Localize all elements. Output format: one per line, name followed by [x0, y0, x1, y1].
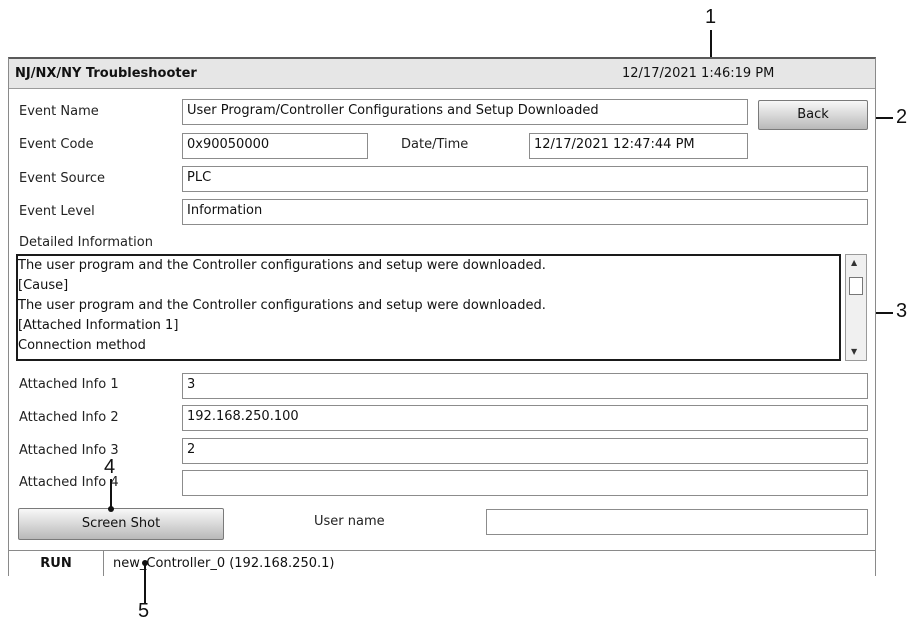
callout-5: 5	[138, 600, 150, 622]
event-source-label: Event Source	[19, 171, 106, 186]
callout-3: 3	[896, 300, 908, 322]
run-mode-indicator: RUN	[9, 551, 104, 576]
datetime-label: Date/Time	[401, 137, 469, 152]
attached-info-1-label: Attached Info 1	[19, 377, 119, 392]
event-level-field[interactable]: Information	[182, 199, 868, 225]
attached-info-4-field[interactable]	[182, 470, 868, 496]
attached-info-1-field[interactable]: 3	[182, 373, 868, 399]
status-bar: RUN new_Controller_0 (192.168.250.1)	[9, 550, 875, 576]
current-datetime: 12/17/2021 1:46:19 PM	[622, 66, 775, 81]
attached-info-2-field[interactable]: 192.168.250.100	[182, 405, 868, 431]
detail-line: [Attached Information 1]	[18, 318, 179, 333]
attached-info-3-field[interactable]: 2	[182, 438, 868, 464]
detail-scrollbar[interactable]: ▲ ▼	[845, 254, 867, 361]
event-name-label: Event Name	[19, 104, 99, 119]
detail-line: The user program and the Controller conf…	[18, 258, 546, 273]
screen-shot-button-label: Screen Shot	[81, 516, 161, 531]
event-level-label: Event Level	[19, 204, 95, 219]
callout-4-line	[110, 479, 112, 509]
attached-info-2-label: Attached Info 2	[19, 410, 119, 425]
callout-2: 2	[896, 106, 908, 128]
detail-line: Connection method	[18, 338, 146, 353]
callout-4: 4	[104, 456, 116, 478]
callout-1: 1	[705, 6, 717, 28]
scroll-down-icon[interactable]: ▼	[851, 347, 857, 356]
username-field[interactable]	[486, 509, 868, 535]
back-button-label: Back	[797, 107, 829, 122]
username-label: User name	[314, 514, 385, 529]
screen-shot-button[interactable]: Screen Shot	[18, 508, 224, 540]
event-code-label: Event Code	[19, 137, 94, 152]
event-source-field[interactable]: PLC	[182, 166, 868, 192]
window-title: NJ/NX/NY Troubleshooter	[15, 66, 197, 81]
callout-5-line	[144, 563, 146, 603]
detail-line: [Cause]	[18, 278, 69, 293]
event-datetime-field[interactable]: 12/17/2021 12:47:44 PM	[529, 133, 748, 159]
detailed-info-textbox[interactable]: The user program and the Controller conf…	[16, 254, 841, 361]
event-code-field[interactable]: 0x90050000	[182, 133, 368, 159]
back-button[interactable]: Back	[758, 100, 868, 130]
callout-4-dot	[108, 506, 114, 512]
scroll-thumb[interactable]	[849, 277, 863, 295]
event-name-field[interactable]: User Program/Controller Configurations a…	[182, 99, 748, 125]
title-bar: NJ/NX/NY Troubleshooter 12/17/2021 1:46:…	[9, 59, 875, 89]
detailed-info-label: Detailed Information	[19, 235, 153, 250]
detail-line: The user program and the Controller conf…	[18, 298, 546, 313]
troubleshooter-window: NJ/NX/NY Troubleshooter 12/17/2021 1:46:…	[8, 57, 876, 576]
scroll-up-icon[interactable]: ▲	[851, 258, 857, 267]
